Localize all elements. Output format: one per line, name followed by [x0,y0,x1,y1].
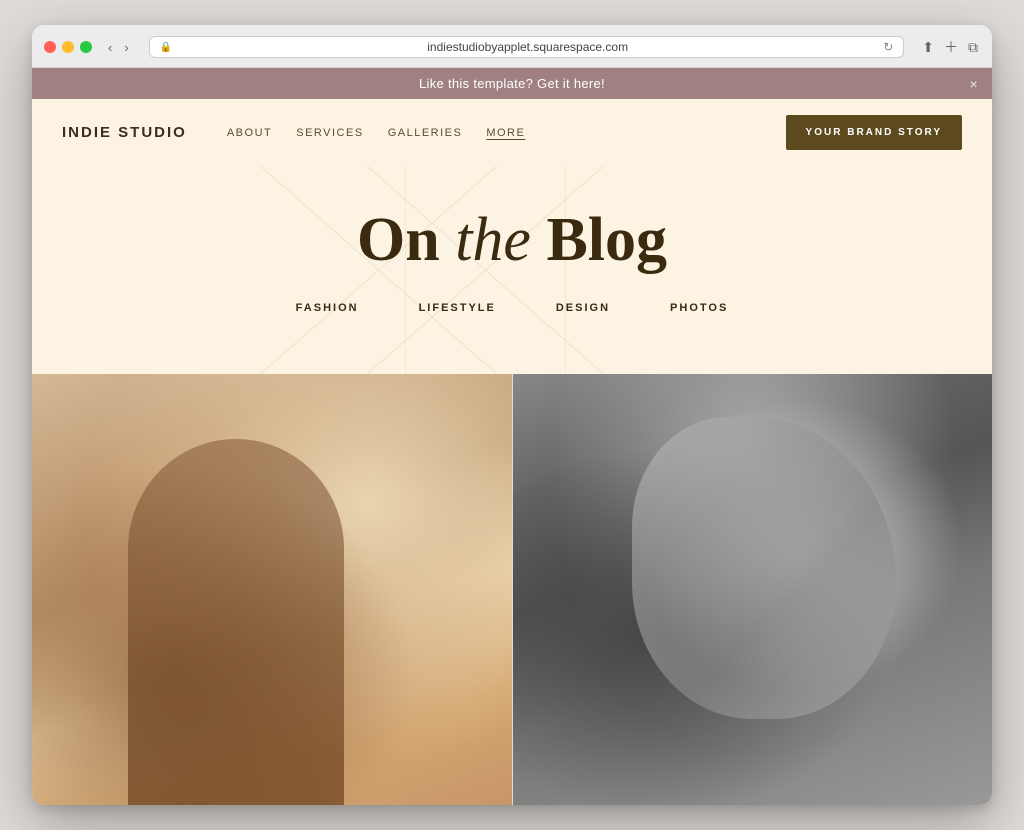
website-content: Like this template? Get it here! × INDIE… [32,68,992,805]
new-tab-icon[interactable]: ＋ [942,35,960,59]
browser-actions: ⬆ ＋ ⧉ [920,35,980,59]
lock-icon: 🔒 [160,42,172,53]
nav-galleries[interactable]: GALLERIES [388,127,463,139]
category-photos[interactable]: PHOTOS [670,302,728,314]
announcement-close[interactable]: × [970,76,978,92]
nav-links: ABOUT SERVICES GALLERIES MORE [227,127,525,139]
refresh-icon[interactable]: ↻ [883,40,893,54]
windows-icon[interactable]: ⧉ [966,37,980,58]
blog-post-2[interactable] [513,374,993,805]
browser-nav-controls: ‹ › [104,38,133,57]
share-icon[interactable]: ⬆ [920,37,936,58]
navigation: INDIE STUDIO ABOUT SERVICES GALLERIES MO… [32,99,992,166]
back-button[interactable]: ‹ [104,38,116,57]
maximize-button[interactable] [80,41,92,53]
forward-button[interactable]: › [120,38,132,57]
cta-button[interactable]: YOUR BRAND STORY [786,115,962,150]
nav-more[interactable]: MORE [486,127,525,139]
site-logo[interactable]: INDIE STUDIO [62,124,187,141]
blog-post-1[interactable] [32,374,512,805]
browser-window: ‹ › 🔒 indiestudiobyapplet.squarespace.co… [32,25,992,805]
blog-grid [32,374,992,805]
traffic-lights [44,41,92,53]
blog-categories: FASHION LIFESTYLE DESIGN PHOTOS [62,302,962,344]
category-design[interactable]: DESIGN [556,302,610,314]
hero-section: On the Blog FASHION LIFESTYLE DESIGN PHO… [32,166,992,374]
close-button[interactable] [44,41,56,53]
minimize-button[interactable] [62,41,74,53]
announcement-bar: Like this template? Get it here! × [32,68,992,99]
browser-chrome: ‹ › 🔒 indiestudiobyapplet.squarespace.co… [32,25,992,68]
nav-services[interactable]: SERVICES [296,127,363,139]
category-lifestyle[interactable]: LIFESTYLE [419,302,496,314]
announcement-text: Like this template? Get it here! [419,76,605,91]
hero-title-italic: the [455,206,531,274]
hero-title-blog: Blog [531,206,667,274]
category-fashion[interactable]: FASHION [296,302,359,314]
hero-title-on: On [357,206,455,274]
hero-title: On the Blog [62,206,962,274]
url-text: indiestudiobyapplet.squarespace.com [178,40,877,54]
address-bar[interactable]: 🔒 indiestudiobyapplet.squarespace.com ↻ [149,36,905,58]
nav-about[interactable]: ABOUT [227,127,272,139]
